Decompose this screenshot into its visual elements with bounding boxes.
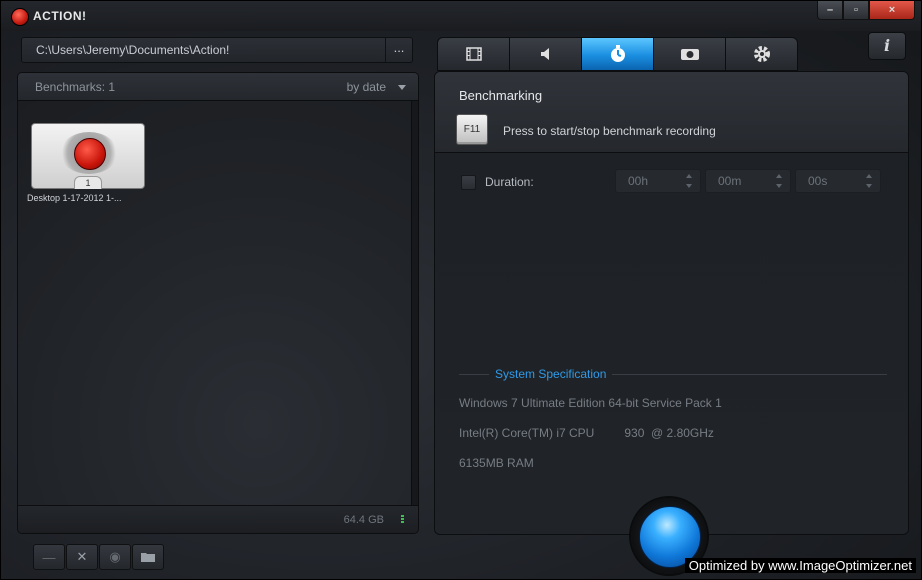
app-window: ACTION! – ▫ × C:\Users\Jeremy\Documents\… bbox=[0, 0, 922, 580]
seconds-value: 00s bbox=[808, 174, 828, 188]
tab-bar bbox=[437, 37, 798, 71]
disk-free-space: 64.4 GB bbox=[343, 514, 384, 526]
benchmarks-footer: 64.4 GB bbox=[18, 505, 418, 533]
spec-ram: 6135MB RAM bbox=[459, 456, 534, 470]
window-controls: – ▫ × bbox=[817, 1, 915, 20]
record-icon bbox=[74, 138, 106, 170]
stepper-arrows-icon[interactable] bbox=[866, 172, 874, 190]
hotkey-f11-button[interactable]: F11 bbox=[456, 114, 488, 145]
stopwatch-icon bbox=[610, 45, 625, 62]
benchmarks-scrollbar[interactable] bbox=[411, 101, 418, 505]
speaker-icon bbox=[540, 48, 549, 60]
eye-icon: ◉ bbox=[109, 549, 121, 564]
title-bar[interactable]: ACTION! – ▫ × bbox=[1, 1, 921, 31]
x-icon: ✕ bbox=[76, 549, 88, 564]
benchmark-settings-panel: Benchmarking F11 Press to start/stop ben… bbox=[434, 71, 909, 535]
benchmark-header: Benchmarking F11 Press to start/stop ben… bbox=[435, 72, 908, 153]
hours-stepper[interactable]: 00h bbox=[615, 169, 701, 193]
system-spec-title: System Specification bbox=[489, 367, 613, 381]
gear-icon bbox=[753, 46, 770, 62]
minus-icon: — bbox=[42, 549, 56, 565]
open-folder-button[interactable] bbox=[132, 544, 164, 570]
minimize-button[interactable]: – bbox=[817, 1, 843, 20]
benchmarks-panel: Benchmarks: 1 by date 1 Desktop 1-17-201… bbox=[17, 72, 419, 534]
watermark: Optimized by www.ImageOptimizer.net bbox=[684, 558, 916, 573]
tab-video[interactable] bbox=[437, 37, 509, 71]
benchmark-label[interactable]: Desktop 1-17-2012 1-... bbox=[27, 193, 147, 203]
stepper-arrows-icon[interactable] bbox=[686, 172, 694, 190]
preview-button[interactable]: ◉ bbox=[99, 544, 131, 570]
section-title: Benchmarking bbox=[459, 88, 543, 103]
duration-label: Duration: bbox=[485, 175, 534, 189]
duration-checkbox[interactable] bbox=[461, 175, 476, 190]
hours-value: 00h bbox=[628, 174, 649, 188]
benchmarks-count: Benchmarks: 1 bbox=[35, 80, 116, 94]
thumbnail-badge: 1 bbox=[74, 176, 102, 189]
camera-icon bbox=[680, 49, 699, 60]
tab-screenshot[interactable] bbox=[653, 37, 725, 71]
app-title: ACTION! bbox=[33, 9, 87, 23]
tab-settings[interactable] bbox=[725, 37, 798, 71]
close-button[interactable]: × bbox=[869, 1, 915, 20]
seconds-stepper[interactable]: 00s bbox=[795, 169, 881, 193]
sort-label: by date bbox=[346, 80, 386, 94]
folder-icon bbox=[141, 553, 155, 562]
hotkey-label: F11 bbox=[463, 124, 481, 135]
minutes-stepper[interactable]: 00m bbox=[705, 169, 791, 193]
delete-button[interactable]: ✕ bbox=[66, 544, 98, 570]
minutes-value: 00m bbox=[718, 174, 742, 188]
tab-benchmark[interactable] bbox=[581, 37, 653, 71]
maximize-button[interactable]: ▫ bbox=[843, 1, 869, 20]
spec-cpu: Intel(R) Core(TM) i7 CPU 930 @ 2.80GHz bbox=[459, 426, 714, 440]
sort-dropdown[interactable]: by date bbox=[347, 80, 406, 94]
record-logo-icon bbox=[11, 8, 29, 26]
remove-button[interactable]: — bbox=[33, 544, 65, 570]
output-path-text: C:\Users\Jeremy\Documents\Action! bbox=[36, 43, 230, 57]
benchmark-body: Duration: 00h 00m 00s System Specificati… bbox=[435, 153, 908, 534]
info-button[interactable]: i bbox=[868, 32, 906, 60]
bottom-toolbar: — ✕ ◉ bbox=[33, 544, 164, 570]
benchmarks-list: 1 Desktop 1-17-2012 1-... bbox=[18, 101, 418, 505]
output-path-field[interactable]: C:\Users\Jeremy\Documents\Action! ... bbox=[21, 37, 413, 63]
chevron-down-icon bbox=[398, 85, 406, 91]
film-icon bbox=[465, 47, 482, 61]
spec-os: Windows 7 Ultimate Edition 64-bit Servic… bbox=[459, 396, 722, 410]
hotkey-description: Press to start/stop benchmark recording bbox=[503, 124, 716, 138]
browse-button[interactable]: ... bbox=[385, 38, 412, 62]
benchmark-thumbnail[interactable]: 1 bbox=[31, 123, 145, 189]
disk-status-icon bbox=[401, 515, 404, 524]
stepper-arrows-icon[interactable] bbox=[776, 172, 784, 190]
tab-audio[interactable] bbox=[509, 37, 581, 71]
benchmarks-header: Benchmarks: 1 by date bbox=[18, 73, 418, 101]
